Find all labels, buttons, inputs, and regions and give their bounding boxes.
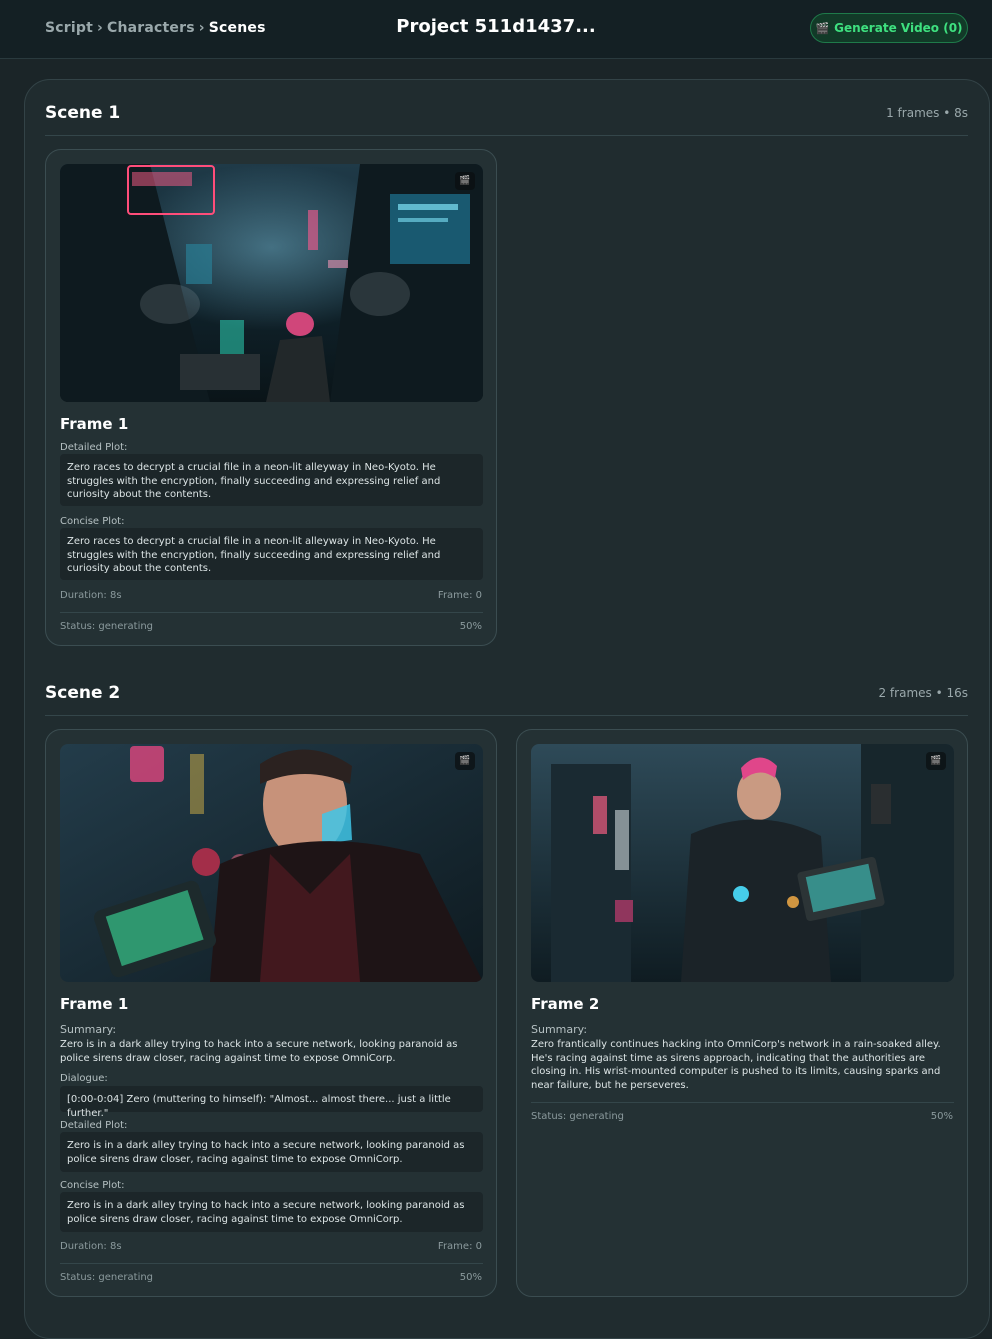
frame-title: Frame 1 (60, 415, 129, 433)
detailed-plot-label: Detailed Plot: (60, 1120, 128, 1131)
frame-card[interactable]: 🎬 Frame 1 Summary: Zero is in a dark all… (45, 729, 497, 1297)
frame-title: Frame 1 (60, 995, 129, 1013)
frame-image[interactable]: 🎬 (60, 164, 483, 402)
detailed-plot-text: Zero races to decrypt a crucial file in … (60, 454, 483, 506)
detailed-plot-label: Detailed Plot: (60, 442, 128, 453)
scene-meta: 2 frames • 16s (878, 686, 968, 700)
dialogue-label: Dialogue: (60, 1073, 108, 1084)
status-text: Status: generating (60, 621, 154, 632)
card-divider (531, 1102, 954, 1103)
scene-title: Scene 2 (45, 683, 121, 703)
frame-card[interactable]: 🎬 Frame 1 Detailed Plot: Zero races to d… (45, 149, 497, 646)
summary-text: Zero is in a dark alley trying to hack i… (60, 1039, 458, 1064)
frame-image[interactable]: 🎬 (531, 744, 954, 982)
scene-title: Scene 1 (45, 103, 121, 123)
summary-label: Summary: (60, 1023, 117, 1036)
concise-plot-text: Zero is in a dark alley trying to hack i… (60, 1192, 483, 1232)
duration-text: Duration: 8s (60, 1241, 122, 1252)
scene-divider (45, 135, 968, 136)
progress-text: 50% (930, 1111, 953, 1122)
frame-title: Frame 2 (531, 995, 600, 1013)
duration-text: Duration: 8s (60, 590, 122, 601)
top-bar: Script › Characters › Scenes Project 511d143… (0, 0, 992, 59)
status-text: Status: generating (531, 1111, 625, 1122)
clapperboard-icon[interactable]: 🎬 (455, 172, 475, 190)
clapperboard-icon[interactable]: 🎬 (455, 752, 475, 770)
card-divider (60, 1263, 483, 1264)
concise-plot-label: Concise Plot: (60, 516, 125, 527)
frame-image[interactable]: 🎬 (60, 744, 483, 982)
scene-meta: 1 frames • 8s (886, 106, 968, 120)
generate-video-label: Generate Video (0) (834, 21, 963, 35)
concise-plot-text: Zero races to decrypt a crucial file in … (60, 528, 483, 580)
frame-index-text: Frame: 0 (437, 590, 482, 601)
clapperboard-icon[interactable]: 🎬 (926, 752, 946, 770)
detailed-plot-text: Zero is in a dark alley trying to hack i… (60, 1132, 483, 1172)
summary-text: Zero frantically continues hacking into … (531, 1039, 941, 1091)
frame-card[interactable]: 🎬 Frame 2 Summary: Zero frantically cont… (516, 729, 968, 1297)
scene-divider (45, 715, 968, 716)
progress-text: 50% (459, 1272, 482, 1283)
dialogue-text: [0:00-0:04] Zero (muttering to himself):… (60, 1086, 483, 1119)
generate-video-button[interactable]: 🎬 Generate Video (0) (810, 13, 968, 43)
status-text: Status: generating (60, 1272, 154, 1283)
progress-text: 50% (459, 621, 482, 632)
card-divider (60, 612, 483, 613)
clapperboard-icon: 🎬 (815, 21, 830, 35)
summary-label: Summary: (531, 1023, 588, 1036)
concise-plot-label: Concise Plot: (60, 1180, 125, 1191)
frame-index-text: Frame: 0 (437, 1241, 482, 1252)
